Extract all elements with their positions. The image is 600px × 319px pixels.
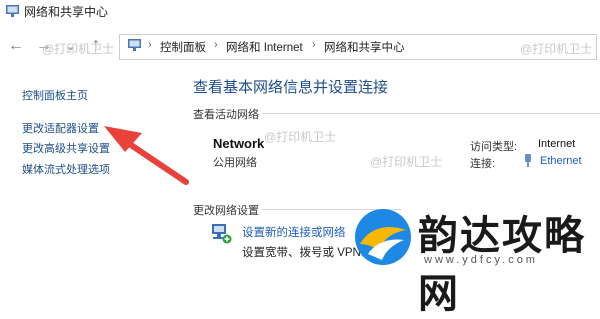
access-type-value: Internet xyxy=(538,138,576,150)
new-connection-link[interactable]: 设置新的连接或网络 xyxy=(242,224,346,240)
breadcrumb-separator-icon: › xyxy=(214,39,218,51)
network-name: Network xyxy=(213,136,265,151)
network-type[interactable]: 公用网络 xyxy=(213,154,257,170)
page-title: 查看基本网络信息并设置连接 xyxy=(193,79,389,96)
sidebar-item-change-adapter[interactable]: 更改适配器设置 xyxy=(22,120,99,136)
network-center-icon xyxy=(6,5,19,17)
ethernet-icon xyxy=(525,154,531,167)
control-panel-icon xyxy=(128,39,141,51)
ethernet-connection-link[interactable]: Ethernet xyxy=(540,155,582,167)
breadcrumb-separator-icon: › xyxy=(312,39,316,51)
change-settings-label: 更改网络设置 xyxy=(193,205,259,217)
watermark: @打印机卫士 xyxy=(370,155,443,169)
breadcrumb-separator-icon: › xyxy=(148,39,152,51)
breadcrumb-network-center[interactable]: 网络和共享中心 xyxy=(324,39,405,55)
breadcrumb-network-internet[interactable]: 网络和 Internet xyxy=(226,39,303,55)
watermark: @打印机卫士 xyxy=(42,42,115,56)
logo-url: www.ydfcy.com xyxy=(424,254,538,266)
new-connection-icon xyxy=(212,224,232,244)
sidebar-item-advanced-sharing[interactable]: 更改高级共享设置 xyxy=(22,140,110,156)
logo-mark-icon xyxy=(355,209,411,265)
sidebar-item-media-streaming[interactable]: 媒体流式处理选项 xyxy=(22,161,110,177)
back-arrow-icon[interactable]: ← xyxy=(8,38,24,54)
breadcrumb-control-panel[interactable]: 控制面板 xyxy=(160,39,206,55)
new-connection-description: 设置宽带、拨号或 VPN xyxy=(242,247,361,259)
window-title: 网络和共享中心 xyxy=(24,5,109,19)
watermark: @打印机卫士 xyxy=(520,42,593,56)
connections-label: 连接: xyxy=(470,158,496,170)
sidebar-item-home[interactable]: 控制面板主页 xyxy=(22,87,88,103)
active-networks-label: 查看活动网络 xyxy=(193,109,259,121)
section-divider xyxy=(262,113,600,114)
watermark: @打印机卫士 xyxy=(264,130,337,144)
access-type-label: 访问类型: xyxy=(470,141,518,153)
